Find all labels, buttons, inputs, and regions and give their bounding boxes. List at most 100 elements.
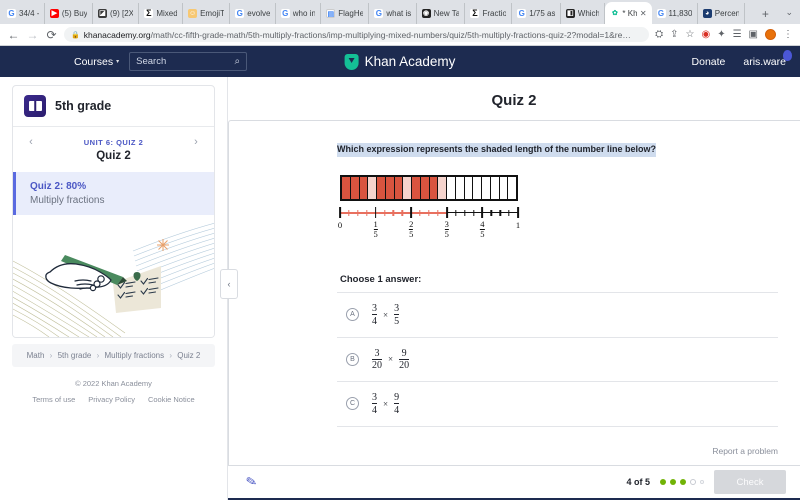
browser-tab[interactable]: ▤ FlagHe	[321, 3, 370, 24]
axis-minor-tick	[428, 209, 430, 216]
browser-tab[interactable]: ◪ (9) [2X	[93, 3, 140, 24]
browser-tab[interactable]: Gwhat is	[369, 3, 417, 24]
axis-tick-label: 45	[480, 219, 485, 240]
answer-choice-a[interactable]: A 34 × 35	[337, 292, 778, 337]
sigma-icon: Σ	[144, 8, 154, 18]
browser-tab[interactable]: ◉ New Ta	[417, 3, 466, 24]
khan-leaf-icon	[344, 53, 359, 70]
search-input[interactable]: Search ⌕	[129, 52, 248, 71]
scratchpad-icon[interactable]: ✎	[244, 473, 258, 491]
address-bar-url: khanacademy.org/math/cc-fifth-grade-math…	[84, 30, 631, 40]
numerator: 3	[372, 392, 377, 403]
axis-minor-tick	[348, 209, 350, 216]
unit-label: UNIT 6: QUIZ 2	[83, 137, 144, 147]
browser-tab[interactable]: G 11,830	[652, 3, 698, 24]
browser-tab[interactable]: ◧ Which	[561, 3, 606, 24]
next-unit-button[interactable]: ›	[190, 136, 202, 148]
tab-label: 11,830	[668, 9, 692, 18]
header-nav-right: Donate aris.ware	[692, 49, 792, 68]
tab-label: (5) Buy	[61, 9, 87, 18]
denominator: 5	[394, 314, 400, 327]
answer-choice-b[interactable]: B 3 20 × 9 20	[337, 336, 778, 382]
multiply-operator: ×	[383, 309, 389, 320]
puzzle-red-icon[interactable]: ◉	[701, 29, 710, 40]
sigma-icon: Σ	[470, 8, 480, 18]
breadcrumb-separator: ›	[169, 351, 172, 360]
hand-writing-illustration	[13, 222, 214, 337]
terms-of-use-link[interactable]: Terms of use	[32, 395, 75, 404]
number-line-cell	[342, 177, 351, 199]
khan-academy-logo[interactable]: Khan Academy	[344, 53, 455, 70]
doc-icon: ▤	[326, 9, 336, 18]
check-button[interactable]: Check	[714, 470, 786, 494]
browser-tab[interactable]: ◕ Percen	[698, 3, 746, 24]
sidebar-item-quiz-2[interactable]: Quiz 2: 80% Multiply fractions	[13, 172, 214, 215]
answer-expression: 34 × 35	[372, 303, 400, 327]
chevron-down-icon[interactable]: ⌄	[785, 7, 798, 18]
back-icon[interactable]: ←	[7, 28, 20, 42]
axis-major-tick	[481, 207, 484, 218]
reload-icon[interactable]: ⟳	[45, 28, 58, 42]
answer-choice-c[interactable]: C 34 × 94	[337, 381, 778, 427]
prev-unit-button[interactable]: ‹	[25, 136, 37, 148]
browser-tab[interactable]: ☺ EmojiT	[183, 3, 231, 24]
sidebar-collapse-button[interactable]: ‹	[220, 269, 238, 299]
khan-academy-header: Courses ▾ Search ⌕ Khan Academy Donate a…	[0, 46, 800, 77]
radio-bubble[interactable]: B	[346, 352, 359, 366]
address-bar[interactable]: 🔒 khanacademy.org/math/cc-fifth-grade-ma…	[64, 27, 650, 42]
breadcrumb-item-topic[interactable]: Multiply fractions	[105, 351, 165, 360]
privacy-policy-link[interactable]: Privacy Policy	[88, 395, 135, 404]
breadcrumb-item-grade[interactable]: 5th grade	[58, 351, 92, 360]
share-icon[interactable]: ⇪	[670, 29, 678, 40]
profile-avatar[interactable]	[765, 29, 776, 40]
tab-label: (9) [2X	[109, 9, 134, 18]
cookie-notice-link[interactable]: Cookie Notice	[148, 395, 195, 404]
answer-expression: 3 20 × 9 20	[372, 347, 410, 372]
axis-minor-tick	[365, 209, 368, 216]
axis-minor-tick	[454, 209, 457, 216]
browser-tab-active[interactable]: ✿ * Kh ✕	[605, 2, 652, 24]
fraction: 34	[372, 303, 377, 327]
report-problem-link[interactable]: Report a problem	[712, 446, 778, 456]
extensions-icon[interactable]: ✦	[717, 29, 725, 40]
grade-title: 5th grade	[55, 99, 112, 113]
tracker-icon[interactable]: ⛭	[655, 29, 663, 40]
browser-tab[interactable]: G 1/75 as	[512, 3, 561, 24]
quiz-item-subtitle: Multiply fractions	[30, 195, 105, 206]
donate-link[interactable]: Donate	[692, 56, 726, 68]
new-tab-button[interactable]: +	[745, 3, 785, 24]
sidepanel-icon[interactable]: ▣	[749, 29, 758, 40]
number-line-cell	[499, 177, 509, 199]
tab-label: what is	[386, 9, 411, 18]
axis-minor-tick	[357, 209, 359, 216]
breadcrumb-item-quiz[interactable]: Quiz 2	[177, 351, 200, 360]
user-menu-button[interactable]: aris.ware	[743, 49, 792, 68]
reading-list-icon[interactable]: ☰	[733, 29, 742, 40]
axis-tick-label: 0	[337, 220, 343, 230]
browser-tab[interactable]: Gevolve	[230, 3, 276, 24]
lock-icon: 🔒	[71, 31, 80, 39]
number-line-cell	[403, 177, 412, 199]
answer-choices: A 34 × 35 B 3 20 × 9 20 C 3 4 × 9 4	[337, 292, 778, 427]
browser-tab[interactable]: ▶ (5) Buy	[45, 3, 93, 24]
radio-bubble[interactable]: A	[346, 308, 359, 322]
breadcrumb-item-math[interactable]: Math	[27, 351, 45, 360]
browser-tab[interactable]: Σ Mixed	[139, 3, 184, 24]
number-line-cell	[438, 177, 447, 199]
courses-menu-button[interactable]: Courses ▾	[74, 56, 119, 68]
axis-minor-tick	[383, 209, 386, 216]
browser-tab[interactable]: Σ Fractio	[465, 3, 513, 24]
radio-bubble[interactable]: C	[346, 397, 359, 411]
browser-tab[interactable]: Gwho in	[276, 3, 322, 24]
numerator: 3	[374, 347, 380, 359]
sidebar-quiz-heading: Quiz 2	[96, 150, 131, 162]
browser-menu-icon[interactable]: ⋮	[783, 29, 793, 40]
tab-label: Fractio	[482, 9, 507, 18]
sidebar-grade-header[interactable]: 5th grade	[13, 86, 214, 127]
close-icon[interactable]: ✕	[640, 9, 647, 18]
browser-tab[interactable]: G 34/4 -	[2, 3, 45, 24]
number-line-cell	[455, 177, 465, 199]
star-icon[interactable]: ☆	[685, 29, 694, 40]
number-line-cell	[508, 177, 516, 199]
forward-icon[interactable]: →	[26, 28, 39, 42]
